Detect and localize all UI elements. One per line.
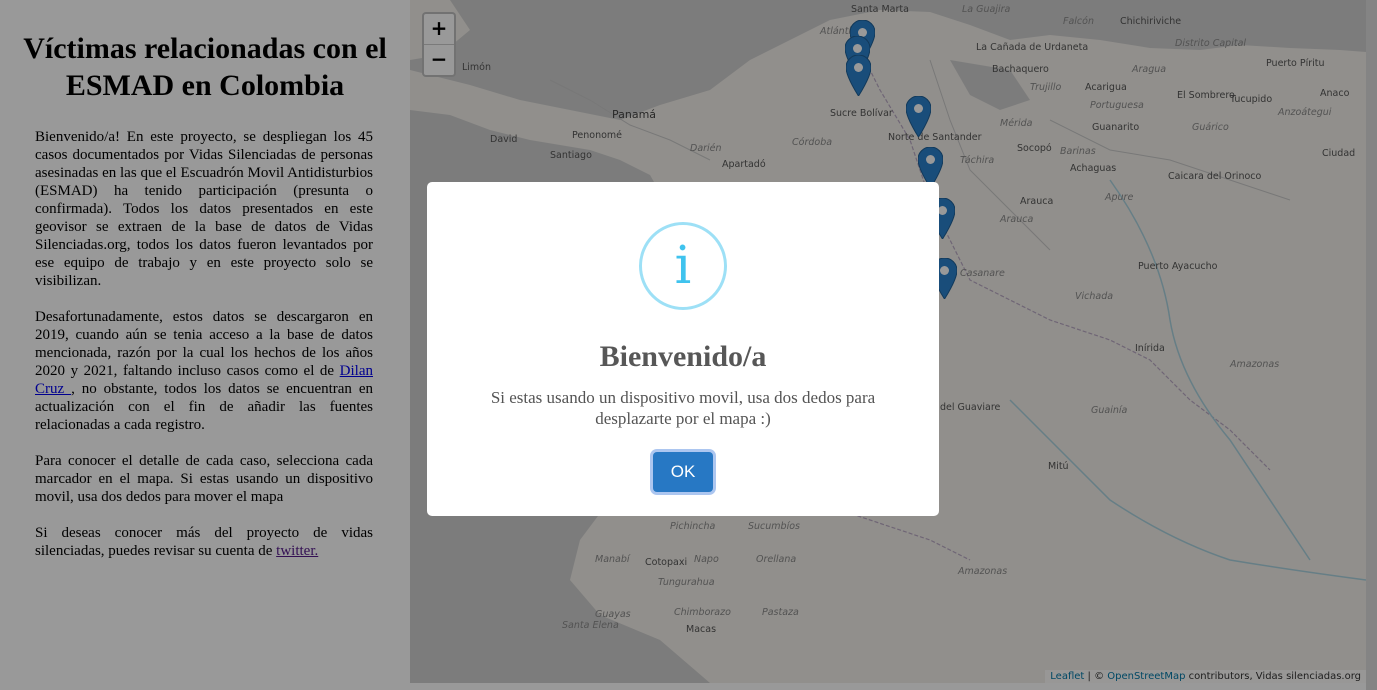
welcome-dialog: i Bienvenido/a Si estas usando un dispos… <box>427 182 939 516</box>
dialog-title: Bienvenido/a <box>599 340 767 373</box>
ok-button[interactable]: OK <box>653 452 713 492</box>
info-icon-glyph: i <box>674 236 692 296</box>
dialog-message: Si estas usando un dispositivo movil, us… <box>490 388 876 428</box>
info-icon: i <box>639 222 727 310</box>
